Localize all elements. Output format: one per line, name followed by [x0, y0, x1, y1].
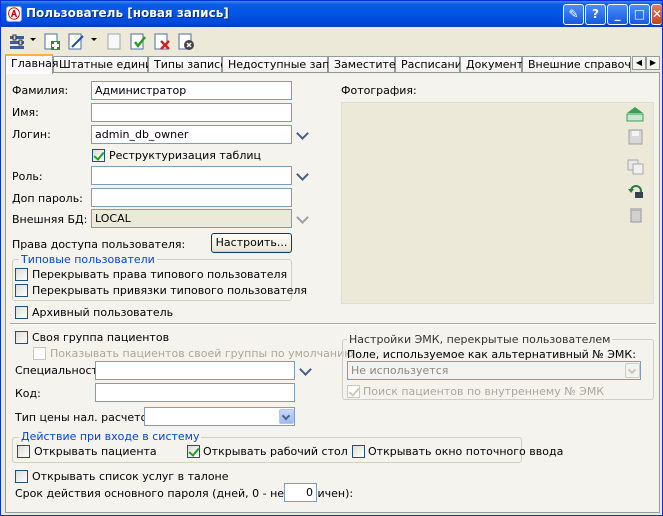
open-services-list-checkbox[interactable] [15, 470, 28, 483]
configure-button[interactable]: Настроить... [211, 233, 292, 253]
tab-record-types[interactable]: Типы записей [148, 56, 234, 73]
load-photo-icon[interactable] [626, 106, 644, 122]
tab-deputies[interactable]: Заместители [328, 56, 410, 73]
delete-icon[interactable] [151, 31, 171, 51]
tab-documents[interactable]: Документы [460, 56, 532, 73]
role-label: Роль: [12, 170, 43, 183]
restructure-tables-checkbox[interactable] [92, 149, 105, 162]
archived-user-checkbox[interactable] [15, 306, 28, 319]
blank-page-icon[interactable] [103, 31, 123, 51]
emk-alt-field-dropdown-button[interactable] [625, 363, 640, 378]
window-title: Пользователь [новая запись] [26, 6, 229, 20]
tab-schedules[interactable]: Расписания [395, 56, 469, 73]
specialty-dropdown-chevron-icon[interactable] [297, 365, 315, 377]
emk-settings-group-title: Настройки ЭМК, перекрытые пользователем [347, 333, 613, 346]
open-patient-checkbox[interactable] [17, 445, 30, 458]
copy-photo-icon[interactable] [627, 159, 645, 175]
external-db-field[interactable]: LOCAL [91, 209, 292, 228]
role-field[interactable] [91, 166, 292, 185]
extra-password-field[interactable] [91, 188, 292, 207]
extra-password-label: Доп пароль: [12, 192, 83, 205]
toolbar [5, 29, 663, 53]
user-record-window: Ⓐ Пользователь [новая запись] ✎ ? _ □ ✕ [0, 0, 663, 516]
emk-alt-field-select[interactable]: Не используется [347, 361, 641, 380]
show-own-group-label: Показывать пациентов своей группы по умо… [50, 347, 354, 360]
tab-scroll-right-icon[interactable]: ▶ [646, 56, 660, 70]
tab-external-references[interactable]: Внешние справочники [522, 56, 631, 73]
search-internal-emk-label: Поиск пациентов по внутреннему № ЭМК [363, 385, 605, 398]
tab-staff-units[interactable]: Штатные единицы [53, 56, 169, 73]
minimize-button[interactable]: _ [607, 4, 628, 25]
open-stream-input-checkbox[interactable] [352, 445, 365, 458]
price-type-label: Тип цены нал. расчетов: [15, 411, 158, 424]
archived-user-label: Архивный пользователь [32, 306, 174, 319]
section-divider [10, 323, 656, 325]
login-label: Логин: [12, 128, 51, 141]
photo-label: Фотография: [341, 84, 417, 97]
open-patient-label: Открывать пациента [34, 445, 157, 458]
override-rights-label: Перекрывать права типового пользователя [32, 268, 288, 281]
settings-menu-icon[interactable] [7, 31, 27, 51]
refresh-photo-icon[interactable] [627, 183, 645, 199]
open-services-list-label: Открывать список услуг в талоне [32, 470, 229, 483]
save-icon[interactable] [127, 31, 147, 51]
surname-field[interactable]: Администратор [91, 81, 292, 100]
price-type-select[interactable] [144, 407, 295, 426]
open-desktop-label: Открывать рабочий стол [203, 445, 348, 458]
external-db-dropdown-chevron-icon[interactable] [294, 213, 312, 225]
tab-strip: Главная Штатные единицы Типы записей Нед… [5, 54, 661, 74]
access-rights-label: Права доступа пользователя: [12, 238, 186, 251]
new-record-icon[interactable] [41, 31, 61, 51]
emk-alt-field-label: Поле, используемое как альтернативный № … [347, 348, 636, 361]
login-action-group-title: Действие при входе в систему [19, 430, 202, 443]
login-field[interactable]: admin_db_owner [91, 125, 292, 144]
cancel-icon[interactable] [175, 31, 195, 51]
surname-label: Фамилия: [12, 84, 69, 97]
main-tab-page: Фамилия: Администратор Имя: Логин: admin… [5, 72, 660, 513]
open-desktop-checkbox[interactable] [187, 445, 200, 458]
edit-dropdown-arrow-icon[interactable] [91, 38, 97, 41]
override-rights-checkbox[interactable] [15, 268, 28, 281]
restructure-tables-label: Реструктуризация таблиц [109, 149, 261, 162]
tab-main[interactable]: Главная [5, 54, 59, 74]
edit-record-icon[interactable] [65, 31, 85, 51]
name-field[interactable] [91, 103, 292, 122]
price-type-dropdown-button[interactable] [279, 409, 294, 424]
login-dropdown-chevron-icon[interactable] [294, 129, 312, 141]
external-db-label: Внешняя БД: [12, 213, 88, 226]
search-internal-emk-checkbox[interactable] [347, 385, 360, 398]
title-bar[interactable]: Ⓐ Пользователь [новая запись] ✎ ? _ □ ✕ [1, 1, 662, 27]
code-field[interactable] [95, 383, 295, 402]
photo-area[interactable] [341, 102, 654, 304]
role-dropdown-chevron-icon[interactable] [294, 170, 312, 182]
typical-users-group-title: Типовые пользователи [19, 253, 157, 266]
open-stream-input-label: Открывать окно поточного ввода [368, 445, 564, 458]
override-bindings-checkbox[interactable] [15, 284, 28, 297]
override-bindings-label: Перекрывать привязки типового пользовате… [32, 284, 308, 297]
tab-scroll-left-icon[interactable]: ◀ [632, 56, 646, 70]
password-validity-field[interactable]: 0 [284, 483, 317, 502]
code-label: Код: [15, 387, 41, 400]
own-patient-group-label: Своя группа пациентов [32, 331, 170, 344]
show-own-group-checkbox[interactable] [33, 347, 46, 360]
own-patient-group-checkbox[interactable] [15, 331, 28, 344]
tab-unavailable-records[interactable]: Недоступные записи [222, 56, 350, 73]
specialty-field[interactable] [95, 361, 295, 380]
delete-photo-icon[interactable] [627, 207, 645, 223]
save-photo-icon[interactable] [627, 129, 645, 145]
tools-icon[interactable]: ✎ [563, 4, 584, 25]
close-button[interactable]: ✕ [651, 4, 662, 25]
help-icon[interactable]: ? [585, 4, 606, 25]
application-icon: Ⓐ [6, 6, 22, 22]
settings-dropdown-arrow-icon[interactable] [30, 38, 36, 41]
maximize-button[interactable]: □ [629, 4, 650, 25]
name-label: Имя: [12, 106, 39, 119]
